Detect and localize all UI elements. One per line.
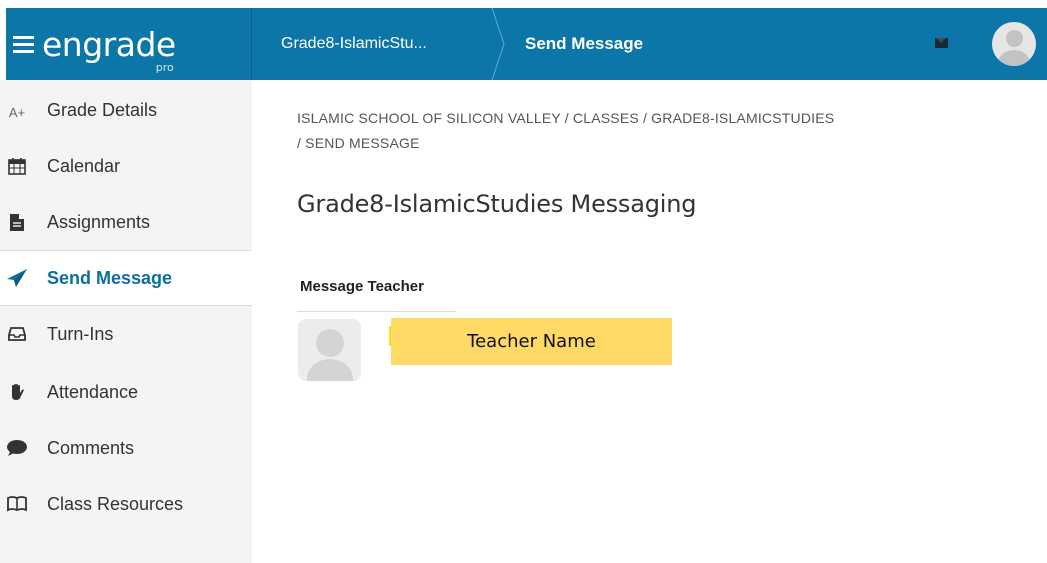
mail-icon[interactable] xyxy=(935,38,948,48)
page-title: Grade8-IslamicStudies Messaging xyxy=(297,190,697,218)
sidebar-item-assignments[interactable]: Assignments xyxy=(0,194,252,250)
logo-text: engrade xyxy=(42,24,176,64)
teacher-avatar-icon[interactable] xyxy=(298,319,361,381)
top-bar: engrade pro Grade8-IslamicStu... Send Me… xyxy=(6,8,1047,80)
section-divider xyxy=(297,311,456,312)
sidebar-item-label: Class Resources xyxy=(47,493,184,514)
paper-plane-icon xyxy=(6,267,28,289)
a-plus-icon: A+ xyxy=(8,104,26,120)
logo-sub: pro xyxy=(155,60,174,74)
calendar-icon xyxy=(6,155,28,177)
inbox-tray-icon xyxy=(6,323,28,345)
sidebar-item-comments[interactable]: Comments xyxy=(0,420,252,476)
sidebar-item-attendance[interactable]: Attendance xyxy=(0,364,252,420)
header-crumb-current: Send Message xyxy=(525,34,644,53)
sidebar-item-label: Calendar xyxy=(47,155,121,176)
book-icon xyxy=(6,493,28,515)
sidebar-item-label: Comments xyxy=(47,437,135,458)
hand-icon xyxy=(6,381,28,403)
user-avatar-icon[interactable] xyxy=(992,22,1036,66)
sidebar-item-turn-ins[interactable]: Turn-Ins xyxy=(0,306,252,362)
sidebar-item-label: Send Message xyxy=(47,267,173,288)
sidebar-item-grade-details[interactable]: A+ Grade Details xyxy=(0,82,252,138)
sidebar-item-class-resources[interactable]: Class Resources xyxy=(0,476,252,532)
app-logo[interactable]: engrade pro xyxy=(42,24,176,74)
hamburger-menu-icon[interactable] xyxy=(6,8,40,80)
document-icon xyxy=(6,211,28,233)
breadcrumb[interactable]: ISLAMIC SCHOOL OF SILICON VALLEY / CLASS… xyxy=(297,106,837,156)
sidebar-item-label: Attendance xyxy=(47,381,139,402)
sidebar-item-calendar[interactable]: Calendar xyxy=(0,138,252,194)
header-crumb-class[interactable]: Grade8-IslamicStu... xyxy=(281,8,427,80)
brand: engrade pro xyxy=(6,8,252,80)
brand-divider xyxy=(251,8,252,80)
sidebar-item-send-message[interactable]: Send Message xyxy=(0,250,252,306)
message-teacher-heading: Message Teacher xyxy=(300,278,424,295)
sidebar-item-label: Turn-Ins xyxy=(47,323,114,344)
crumb-separator-icon xyxy=(491,8,505,80)
sidebar: A+ Grade Details Calendar Assignments Se… xyxy=(0,80,252,563)
sidebar-item-label: Assignments xyxy=(47,211,151,232)
sidebar-item-label: Grade Details xyxy=(47,99,158,120)
teacher-name-button[interactable]: Teacher Name xyxy=(391,318,672,365)
speech-bubble-icon xyxy=(6,437,28,459)
